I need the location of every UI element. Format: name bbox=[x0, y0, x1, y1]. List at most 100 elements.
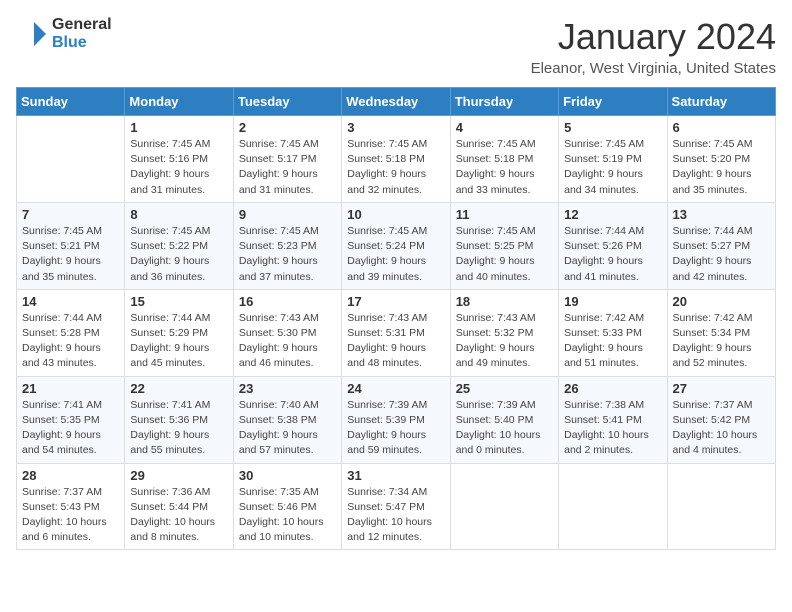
day-number: 3 bbox=[347, 120, 444, 135]
day-info: Sunrise: 7:45 AMSunset: 5:21 PMDaylight:… bbox=[22, 224, 119, 285]
day-number: 8 bbox=[130, 207, 227, 222]
calendar-cell: 4Sunrise: 7:45 AMSunset: 5:18 PMDaylight… bbox=[450, 116, 558, 203]
day-info: Sunrise: 7:44 AMSunset: 5:28 PMDaylight:… bbox=[22, 311, 119, 372]
day-number: 6 bbox=[673, 120, 770, 135]
calendar-cell: 19 Sunrise: 7:42 AMSunset: 5:33 PMDayligh… bbox=[559, 289, 667, 376]
week-row-2: 7 Sunrise: 7:45 AMSunset: 5:21 PMDaylight… bbox=[17, 202, 776, 289]
weekday-header-saturday: Saturday bbox=[667, 88, 775, 116]
location: Eleanor, West Virginia, United States bbox=[531, 60, 776, 77]
calendar-cell: 26 Sunrise: 7:38 AMSunset: 5:41 PMDayligh… bbox=[559, 376, 667, 463]
day-info: Sunrise: 7:43 AMSunset: 5:30 PMDaylight:… bbox=[239, 311, 336, 372]
day-number: 18 bbox=[456, 294, 553, 309]
calendar-cell: 13 Sunrise: 7:44 AMSunset: 5:27 PMDayligh… bbox=[667, 202, 775, 289]
weekday-header-sunday: Sunday bbox=[17, 88, 125, 116]
day-number: 19 bbox=[564, 294, 661, 309]
day-info: Sunrise: 7:45 AMSunset: 5:17 PMDaylight:… bbox=[239, 137, 336, 198]
weekday-header-wednesday: Wednesday bbox=[342, 88, 450, 116]
day-number: 14 bbox=[22, 294, 119, 309]
day-info: Sunrise: 7:43 AMSunset: 5:31 PMDaylight:… bbox=[347, 311, 444, 372]
calendar-cell bbox=[450, 463, 558, 550]
calendar-cell: 9 Sunrise: 7:45 AMSunset: 5:23 PMDaylight… bbox=[233, 202, 341, 289]
day-info: Sunrise: 7:36 AMSunset: 5:44 PMDaylight:… bbox=[130, 485, 227, 546]
calendar-cell bbox=[559, 463, 667, 550]
calendar-cell: 30 Sunrise: 7:35 AMSunset: 5:46 PMDayligh… bbox=[233, 463, 341, 550]
weekday-header-tuesday: Tuesday bbox=[233, 88, 341, 116]
day-number: 23 bbox=[239, 381, 336, 396]
day-number: 27 bbox=[673, 381, 770, 396]
calendar-cell: 5Sunrise: 7:45 AMSunset: 5:19 PMDaylight… bbox=[559, 116, 667, 203]
day-number: 25 bbox=[456, 381, 553, 396]
day-info: Sunrise: 7:41 AMSunset: 5:35 PMDaylight:… bbox=[22, 398, 119, 459]
calendar-cell: 1Sunrise: 7:45 AMSunset: 5:16 PMDaylight… bbox=[125, 116, 233, 203]
day-info: Sunrise: 7:44 AMSunset: 5:27 PMDaylight:… bbox=[673, 224, 770, 285]
day-number: 20 bbox=[673, 294, 770, 309]
day-number: 30 bbox=[239, 468, 336, 483]
calendar-cell: 16 Sunrise: 7:43 AMSunset: 5:30 PMDayligh… bbox=[233, 289, 341, 376]
page-header: General Blue January 2024 Eleanor, West … bbox=[16, 16, 776, 77]
month-title: January 2024 bbox=[531, 16, 776, 58]
week-row-4: 21 Sunrise: 7:41 AMSunset: 5:35 PMDayligh… bbox=[17, 376, 776, 463]
weekday-header-friday: Friday bbox=[559, 88, 667, 116]
weekday-header-row: SundayMondayTuesdayWednesdayThursdayFrid… bbox=[17, 88, 776, 116]
day-number: 10 bbox=[347, 207, 444, 222]
day-number: 7 bbox=[22, 207, 119, 222]
day-info: Sunrise: 7:45 AMSunset: 5:16 PMDaylight:… bbox=[130, 137, 227, 198]
calendar-cell: 31 Sunrise: 7:34 AMSunset: 5:47 PMDayligh… bbox=[342, 463, 450, 550]
logo-general: General bbox=[52, 16, 112, 34]
calendar-cell: 29 Sunrise: 7:36 AMSunset: 5:44 PMDayligh… bbox=[125, 463, 233, 550]
calendar-table: SundayMondayTuesdayWednesdayThursdayFrid… bbox=[16, 87, 776, 550]
day-info: Sunrise: 7:45 AMSunset: 5:25 PMDaylight:… bbox=[456, 224, 553, 285]
calendar-cell: 25 Sunrise: 7:39 AMSunset: 5:40 PMDayligh… bbox=[450, 376, 558, 463]
day-info: Sunrise: 7:37 AMSunset: 5:42 PMDaylight:… bbox=[673, 398, 770, 459]
calendar-cell: 8 Sunrise: 7:45 AMSunset: 5:22 PMDaylight… bbox=[125, 202, 233, 289]
calendar-cell: 6Sunrise: 7:45 AMSunset: 5:20 PMDaylight… bbox=[667, 116, 775, 203]
day-number: 21 bbox=[22, 381, 119, 396]
day-number: 15 bbox=[130, 294, 227, 309]
calendar-cell: 17 Sunrise: 7:43 AMSunset: 5:31 PMDayligh… bbox=[342, 289, 450, 376]
day-number: 2 bbox=[239, 120, 336, 135]
day-number: 26 bbox=[564, 381, 661, 396]
calendar-cell: 23 Sunrise: 7:40 AMSunset: 5:38 PMDayligh… bbox=[233, 376, 341, 463]
calendar-cell: 24 Sunrise: 7:39 AMSunset: 5:39 PMDayligh… bbox=[342, 376, 450, 463]
day-info: Sunrise: 7:45 AMSunset: 5:23 PMDaylight:… bbox=[239, 224, 336, 285]
calendar-cell: 27 Sunrise: 7:37 AMSunset: 5:42 PMDayligh… bbox=[667, 376, 775, 463]
day-number: 13 bbox=[673, 207, 770, 222]
weekday-header-thursday: Thursday bbox=[450, 88, 558, 116]
weekday-header-monday: Monday bbox=[125, 88, 233, 116]
day-number: 24 bbox=[347, 381, 444, 396]
calendar-cell: 10Sunrise: 7:45 AMSunset: 5:24 PMDayligh… bbox=[342, 202, 450, 289]
day-info: Sunrise: 7:44 AMSunset: 5:26 PMDaylight:… bbox=[564, 224, 661, 285]
day-number: 11 bbox=[456, 207, 553, 222]
calendar-cell: 14 Sunrise: 7:44 AMSunset: 5:28 PMDayligh… bbox=[17, 289, 125, 376]
day-number: 31 bbox=[347, 468, 444, 483]
calendar-cell: 28 Sunrise: 7:37 AMSunset: 5:43 PMDayligh… bbox=[17, 463, 125, 550]
day-info: Sunrise: 7:34 AMSunset: 5:47 PMDaylight:… bbox=[347, 485, 444, 546]
day-number: 28 bbox=[22, 468, 119, 483]
day-info: Sunrise: 7:38 AMSunset: 5:41 PMDaylight:… bbox=[564, 398, 661, 459]
calendar-cell: 2 Sunrise: 7:45 AMSunset: 5:17 PMDaylight… bbox=[233, 116, 341, 203]
calendar-cell: 12 Sunrise: 7:44 AMSunset: 5:26 PMDayligh… bbox=[559, 202, 667, 289]
calendar-cell: 18 Sunrise: 7:43 AMSunset: 5:32 PMDayligh… bbox=[450, 289, 558, 376]
calendar-cell: 3 Sunrise: 7:45 AMSunset: 5:18 PMDaylight… bbox=[342, 116, 450, 203]
week-row-3: 14 Sunrise: 7:44 AMSunset: 5:28 PMDayligh… bbox=[17, 289, 776, 376]
day-number: 9 bbox=[239, 207, 336, 222]
day-number: 12 bbox=[564, 207, 661, 222]
day-info: Sunrise: 7:40 AMSunset: 5:38 PMDaylight:… bbox=[239, 398, 336, 459]
day-number: 17 bbox=[347, 294, 444, 309]
calendar-cell bbox=[667, 463, 775, 550]
day-info: Sunrise: 7:37 AMSunset: 5:43 PMDaylight:… bbox=[22, 485, 119, 546]
day-info: Sunrise: 7:35 AMSunset: 5:46 PMDaylight:… bbox=[239, 485, 336, 546]
logo: General Blue bbox=[16, 16, 112, 51]
calendar-cell: 21 Sunrise: 7:41 AMSunset: 5:35 PMDayligh… bbox=[17, 376, 125, 463]
day-number: 29 bbox=[130, 468, 227, 483]
day-info: Sunrise: 7:42 AMSunset: 5:33 PMDaylight:… bbox=[564, 311, 661, 372]
day-info: Sunrise: 7:45 AMSunset: 5:18 PMDaylight:… bbox=[347, 137, 444, 198]
day-number: 16 bbox=[239, 294, 336, 309]
title-area: January 2024 Eleanor, West Virginia, Uni… bbox=[531, 16, 776, 77]
day-number: 4 bbox=[456, 120, 553, 135]
day-info: Sunrise: 7:39 AMSunset: 5:40 PMDaylight:… bbox=[456, 398, 553, 459]
day-info: Sunrise: 7:45 AMSunset: 5:22 PMDaylight:… bbox=[130, 224, 227, 285]
day-info: Sunrise: 7:43 AMSunset: 5:32 PMDaylight:… bbox=[456, 311, 553, 372]
logo-triangle-icon bbox=[16, 18, 48, 50]
day-info: Sunrise: 7:39 AMSunset: 5:39 PMDaylight:… bbox=[347, 398, 444, 459]
